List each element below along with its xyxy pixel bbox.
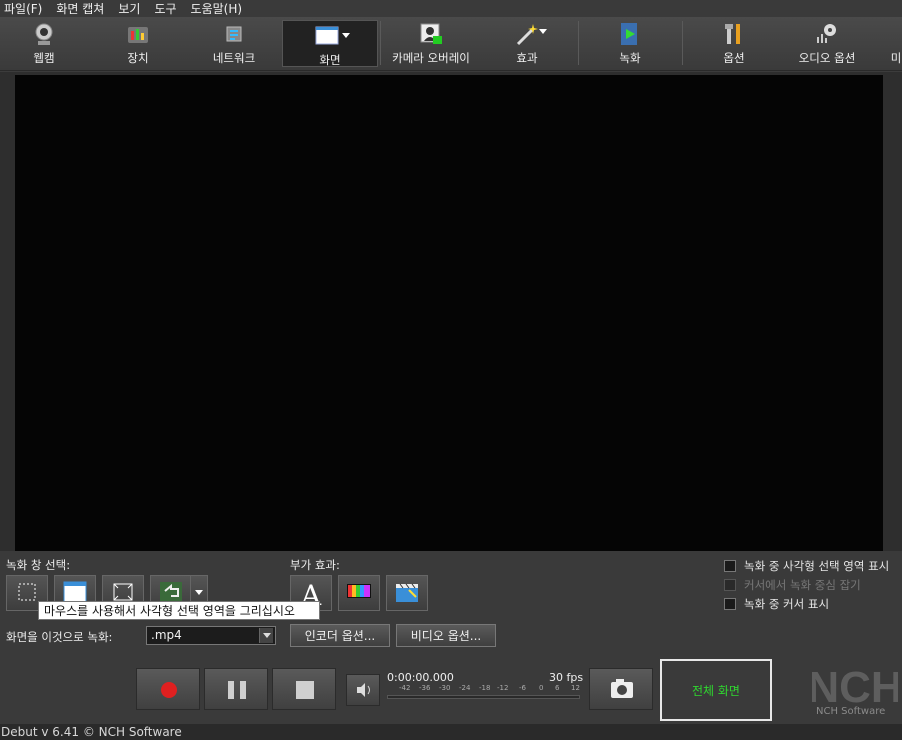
checkbox-box[interactable] (724, 560, 736, 572)
meter-tick: -18 (479, 684, 491, 692)
preview-area (0, 72, 902, 551)
dropdown-arrow-icon (195, 590, 203, 595)
device-button[interactable]: 장치 (108, 19, 168, 67)
stop-icon (296, 681, 314, 699)
status-bar: Debut v 6.41 © NCH Software (0, 724, 902, 740)
checkbox-label: 커서에서 녹화 중심 잡기 (744, 578, 861, 592)
meter-tick: -30 (439, 684, 451, 692)
menu-tools[interactable]: 도구 (154, 0, 176, 17)
volume-button[interactable] (346, 674, 380, 706)
record-button[interactable] (136, 668, 200, 710)
fps-readout: 30 fps (549, 671, 584, 684)
menu-screen-capture[interactable]: 화면 캡쳐 (56, 0, 104, 17)
nch-logo: NCH (807, 662, 902, 712)
format-select[interactable]: .mp4 (146, 626, 276, 645)
tools-icon (721, 21, 747, 47)
pause-icon (228, 681, 234, 699)
toolbar-separator (682, 21, 683, 65)
audio-options-label: 오디오 옵션 (798, 51, 856, 65)
meter-tick: 12 (571, 684, 580, 692)
video-effects-button[interactable] (386, 575, 428, 611)
record-tab-button[interactable]: 녹화 (600, 19, 660, 67)
screen-icon (315, 23, 345, 49)
options-button[interactable]: 옵션 (704, 19, 764, 67)
film-play-icon (617, 21, 643, 47)
color-bars-icon (347, 584, 371, 598)
nch-software-label: NCH Software (816, 706, 886, 717)
clapper-icon (396, 583, 418, 602)
main-toolbar: 웹캠 장치 네트워크 화면 카메라 오버레이 효과 녹화 옵션 오디오 옵션 미 (0, 17, 902, 71)
screen-dropdown-arrow-icon[interactable] (342, 33, 350, 38)
device-icon (125, 21, 151, 47)
record-to-label: 화면을 이것으로 녹화: (6, 630, 113, 644)
camera-icon (611, 679, 633, 698)
toolbar-separator (380, 21, 381, 65)
webcam-label: 웹캠 (33, 51, 55, 65)
format-value: .mp4 (151, 628, 182, 642)
audio-gear-icon (814, 21, 840, 47)
effects-button[interactable]: 효과 (504, 19, 550, 67)
record-dot-icon (161, 682, 177, 698)
camera-overlay-button[interactable]: 카메라 오버레이 (388, 19, 474, 67)
magic-wand-icon (514, 21, 540, 47)
options-label: 옵션 (723, 51, 745, 65)
show-rect-selection-checkbox[interactable]: 녹화 중 사각형 선택 영역 표시 (724, 558, 889, 574)
menu-file[interactable]: 파일(F) (4, 0, 42, 17)
extra-effects-label: 부가 효과: (290, 558, 340, 572)
video-options-button[interactable]: 비디오 옵션... (396, 624, 496, 647)
pause-button[interactable] (204, 668, 268, 710)
window-select-label: 녹화 창 선택: (6, 558, 71, 572)
device-label: 장치 (127, 51, 149, 65)
effects-dropdown-arrow-icon[interactable] (539, 29, 547, 34)
audio-options-button[interactable]: 오디오 옵션 (792, 19, 862, 67)
toolbar-separator (578, 21, 579, 65)
meter-tick: -24 (459, 684, 471, 692)
stop-button[interactable] (272, 668, 336, 710)
meter-tick: -12 (497, 684, 509, 692)
network-label: 네트워크 (212, 51, 256, 65)
webcam-button[interactable]: 웹캠 (14, 19, 74, 67)
camera-overlay-icon (418, 21, 444, 47)
webcam-icon (31, 21, 57, 47)
meter-tick: 6 (555, 684, 560, 692)
screen-label: 화면 (319, 53, 341, 67)
checkbox-box (724, 579, 736, 591)
checkbox-label: 녹화 중 사각형 선택 영역 표시 (744, 559, 890, 573)
chevron-down-icon[interactable] (259, 628, 273, 643)
menu-bar: 파일(F) 화면 캡쳐 보기 도구 도움말(H) (0, 0, 902, 17)
color-adjust-button[interactable] (338, 575, 380, 611)
center-on-cursor-checkbox: 커서에서 녹화 중심 잡기 (724, 577, 861, 593)
encoder-options-button[interactable]: 인코더 옵션... (290, 624, 390, 647)
screen-button[interactable]: 화면 (282, 20, 378, 67)
menu-view[interactable]: 보기 (118, 0, 140, 17)
meter-tick: -42 (399, 684, 411, 692)
tooltip: 마우스를 사용해서 사각형 선택 영역을 그리십시오 (38, 601, 320, 620)
speaker-icon (357, 683, 370, 697)
meter-tick: -36 (419, 684, 431, 692)
more-label: 미 (890, 51, 902, 65)
record-tab-label: 녹화 (619, 51, 641, 65)
preview-screen[interactable] (15, 75, 883, 551)
audio-level-meter: -42 -36 -30 -24 -18 -12 -6 0 6 12 (387, 684, 580, 704)
meter-bar (387, 695, 580, 699)
menu-help[interactable]: 도움말(H) (191, 0, 243, 17)
snapshot-button[interactable] (589, 668, 653, 710)
checkbox-label: 녹화 중 커서 표시 (744, 597, 830, 611)
effects-label: 효과 (516, 51, 538, 65)
network-button[interactable]: 네트워크 (204, 19, 264, 67)
fullscreen-button[interactable]: 전체 화면 (660, 659, 772, 721)
checkbox-box[interactable] (724, 598, 736, 610)
meter-tick: -6 (519, 684, 526, 692)
recording-time: 0:00:00.000 (387, 671, 454, 684)
meter-tick: 0 (539, 684, 544, 692)
svg-text:NCH: NCH (812, 663, 898, 706)
network-icon (221, 21, 247, 47)
more-button[interactable]: 미 (890, 19, 902, 67)
camera-overlay-label: 카메라 오버레이 (392, 51, 470, 65)
show-cursor-checkbox[interactable]: 녹화 중 커서 표시 (724, 596, 829, 612)
pause-icon (240, 681, 246, 699)
